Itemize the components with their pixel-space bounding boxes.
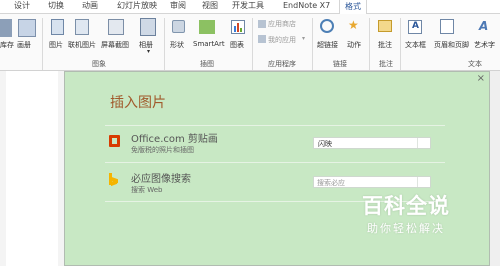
group-label-images: 图象 xyxy=(92,60,106,68)
search-input-placeholder[interactable]: 搜索必应 xyxy=(317,178,345,188)
album-icon xyxy=(140,18,156,36)
group-divider xyxy=(164,18,165,70)
search-icon[interactable] xyxy=(417,177,430,187)
search-input[interactable]: 闪映 xyxy=(318,139,332,149)
wordart-icon: A xyxy=(479,19,489,33)
header-footer-icon xyxy=(440,19,454,34)
image-library-icon xyxy=(0,19,12,37)
smartart-icon xyxy=(199,20,215,34)
textbox-icon: A xyxy=(408,20,422,34)
close-icon[interactable]: × xyxy=(477,73,485,85)
comment-button[interactable]: 批注 xyxy=(378,40,392,50)
wordart-button[interactable]: 艺术字 xyxy=(474,40,495,50)
chart-button[interactable]: 图表 xyxy=(230,40,244,50)
header-footer-button[interactable]: 页眉和页脚 xyxy=(434,40,469,50)
bing-search-field[interactable]: 搜索必应 xyxy=(313,176,431,188)
watermark-subtitle: 助你轻松解决 xyxy=(367,222,445,235)
group-divider xyxy=(312,18,313,70)
picture-icon xyxy=(51,19,64,35)
canvas-button[interactable]: 画册 xyxy=(17,40,31,50)
dialog-title: 插入图片 xyxy=(110,95,166,111)
chevron-down-icon[interactable]: ▾ xyxy=(147,48,150,55)
tab-animations[interactable]: 动画 xyxy=(82,0,98,13)
online-picture-icon xyxy=(75,19,89,35)
dialog-title-bar xyxy=(65,72,489,86)
group-label-comments: 批注 xyxy=(379,60,393,68)
group-divider xyxy=(42,18,43,70)
tab-format[interactable]: 格式 xyxy=(339,0,367,15)
office-search-field[interactable]: 闪映 xyxy=(313,137,431,149)
shapes-button[interactable]: 形状 xyxy=(170,40,184,50)
my-apps-button[interactable]: 我的应用 xyxy=(268,35,296,45)
tab-developer[interactable]: 开发工具 xyxy=(232,0,264,13)
app-store-button[interactable]: 应用商店 xyxy=(268,19,296,29)
watermark: 百科全说 助你轻松解决 xyxy=(340,188,472,242)
my-apps-icon xyxy=(258,35,266,43)
online-picture-button[interactable]: 联机图片 xyxy=(68,40,96,50)
search-icon[interactable] xyxy=(417,138,430,148)
canvas-icon xyxy=(18,19,36,37)
divider xyxy=(105,162,445,163)
tab-endnote[interactable]: EndNote X7 xyxy=(283,0,330,13)
library-button[interactable]: 库存 xyxy=(0,40,14,50)
action-button[interactable]: 动作 xyxy=(347,40,361,50)
office-icon xyxy=(109,135,120,147)
screenshot-icon xyxy=(108,19,124,35)
group-divider xyxy=(369,18,370,70)
hyperlink-button[interactable]: 超链接 xyxy=(317,40,338,50)
tab-slideshow[interactable]: 幻灯片放映 xyxy=(117,0,157,13)
textbox-button[interactable]: 文本框 xyxy=(405,40,426,50)
tab-view[interactable]: 视图 xyxy=(202,0,218,13)
hyperlink-icon xyxy=(320,19,334,33)
ribbon-body: 库存 画册 图片 联机图片 屏幕截图 相册 ▾ 图象 形状 SmartArt 图… xyxy=(0,14,500,71)
smartart-button[interactable]: SmartArt xyxy=(193,40,225,48)
album-button[interactable]: 相册 xyxy=(139,40,153,50)
chart-icon xyxy=(231,20,245,34)
screenshot-button[interactable]: 屏幕截图 xyxy=(101,40,129,50)
group-label-links: 链接 xyxy=(333,60,347,68)
tab-transitions[interactable]: 切换 xyxy=(48,0,64,13)
bing-icon xyxy=(109,173,119,187)
action-icon: ★ xyxy=(348,18,359,32)
chevron-down-icon[interactable]: ▾ xyxy=(302,35,305,42)
bing-image-search-subtitle: 搜索 Web xyxy=(131,186,163,194)
group-divider xyxy=(252,18,253,70)
group-label-text: 文本 xyxy=(468,60,482,68)
vertical-scrollbar[interactable] xyxy=(490,71,500,266)
divider xyxy=(105,125,445,126)
bing-image-search-title[interactable]: 必应图像搜索 xyxy=(131,170,191,185)
office-clipart-title[interactable]: Office.com 剪贴画 xyxy=(131,130,218,145)
group-label-illustrations: 插图 xyxy=(200,60,214,68)
shapes-icon xyxy=(172,20,185,33)
group-label-apps: 应用程序 xyxy=(268,60,296,68)
picture-button[interactable]: 图片 xyxy=(49,40,63,50)
ribbon-tab-bar: 设计 切换 动画 幻灯片放映 审阅 视图 开发工具 EndNote X7 格式 xyxy=(0,0,500,15)
watermark-title: 百科全说 xyxy=(362,194,450,218)
store-icon xyxy=(258,20,266,28)
comment-icon xyxy=(378,20,392,32)
slide-thumbnail[interactable] xyxy=(6,71,58,266)
group-divider xyxy=(400,18,401,70)
office-clipart-subtitle: 免版税的照片和插图 xyxy=(131,146,194,154)
tab-review[interactable]: 审阅 xyxy=(170,0,186,13)
tab-design[interactable]: 设计 xyxy=(14,0,30,13)
